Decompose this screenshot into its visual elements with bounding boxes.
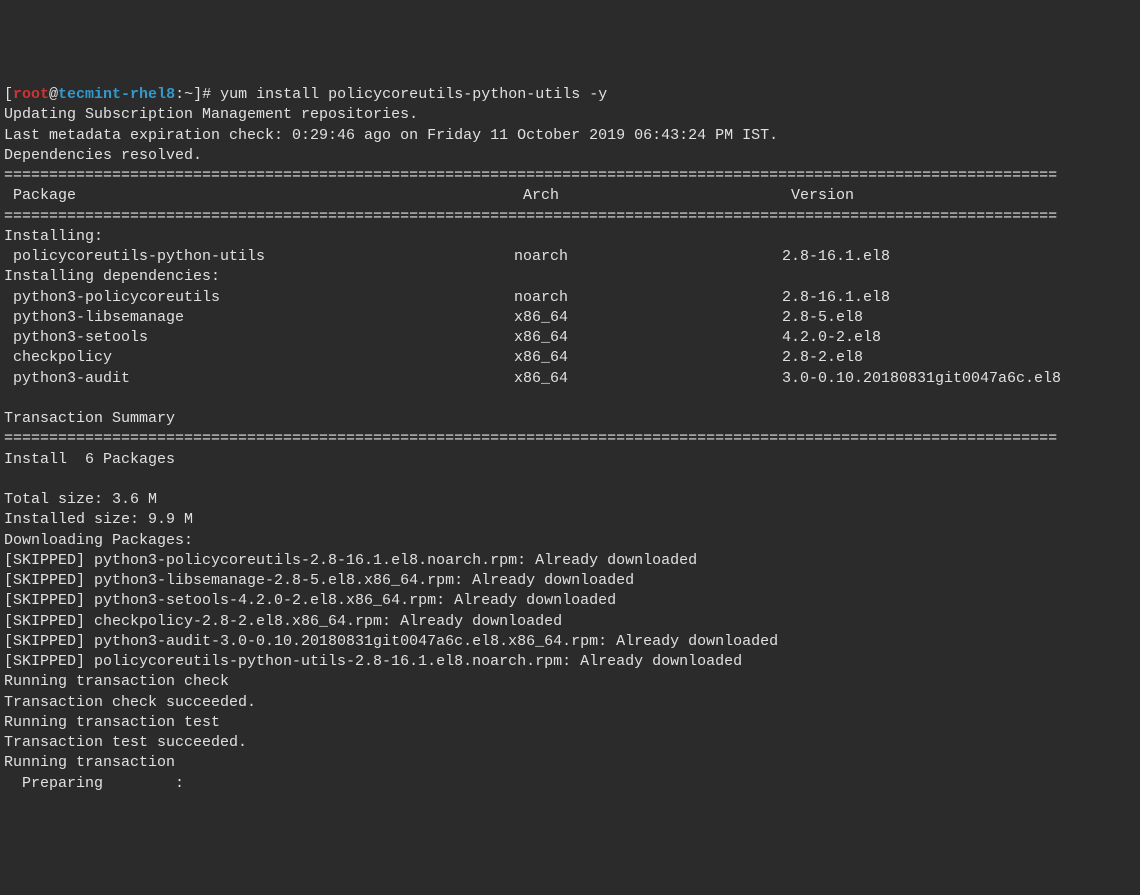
transaction-line: Running transaction <box>4 754 175 771</box>
table-row: python3-auditx86_643.0-0.10.20180831git0… <box>4 370 1061 387</box>
install-count: Install 6 Packages <box>4 451 175 468</box>
table-row: python3-setoolsx86_644.2.0-2.el8 <box>4 329 881 346</box>
table-row: python3-policycoreutilsnoarch2.8-16.1.el… <box>4 289 890 306</box>
installed-size: Installed size: 9.9 M <box>4 511 193 528</box>
pkg-name: checkpolicy <box>4 348 514 368</box>
skipped-line: [SKIPPED] checkpolicy-2.8-2.el8.x86_64.r… <box>4 613 562 630</box>
prompt-bracket-close: ] <box>193 86 202 103</box>
command-text: yum install policycoreutils-python-utils… <box>220 86 607 103</box>
prompt-bracket-open: [ <box>4 86 13 103</box>
transaction-line: Preparing : <box>4 775 184 792</box>
pkg-name: policycoreutils-python-utils <box>4 247 514 267</box>
transaction-line: Transaction test succeeded. <box>4 734 247 751</box>
pkg-version: 3.0-0.10.20180831git0047a6c.el8 <box>782 369 1061 389</box>
transaction-line: Running transaction test <box>4 714 220 731</box>
divider-line: ========================================… <box>4 208 1057 225</box>
prompt-line[interactable]: [root@tecmint-rhel8:~]# yum install poli… <box>4 86 607 103</box>
header-arch: Arch <box>523 186 791 206</box>
divider-line: ========================================… <box>4 167 1057 184</box>
pkg-name: python3-setools <box>4 328 514 348</box>
pkg-name: python3-policycoreutils <box>4 288 514 308</box>
pkg-version: 2.8-2.el8 <box>782 348 863 368</box>
transaction-line: Transaction check succeeded. <box>4 694 256 711</box>
installing-label: Installing: <box>4 228 103 245</box>
pkg-version: 4.2.0-2.el8 <box>782 328 881 348</box>
pkg-arch: x86_64 <box>514 328 782 348</box>
table-header-row: PackageArchVersion <box>4 187 854 204</box>
table-row: python3-libsemanagex86_642.8-5.el8 <box>4 309 863 326</box>
pkg-arch: noarch <box>514 247 782 267</box>
skipped-line: [SKIPPED] python3-libsemanage-2.8-5.el8.… <box>4 572 634 589</box>
prompt-colon: : <box>175 86 184 103</box>
header-package: Package <box>13 186 523 206</box>
skipped-line: [SKIPPED] policycoreutils-python-utils-2… <box>4 653 742 670</box>
output-line: Last metadata expiration check: 0:29:46 … <box>4 127 778 144</box>
output-line: Updating Subscription Management reposit… <box>4 106 418 123</box>
pkg-arch: noarch <box>514 288 782 308</box>
pkg-version: 2.8-16.1.el8 <box>782 247 890 267</box>
terminal-output: [root@tecmint-rhel8:~]# yum install poli… <box>4 85 1136 794</box>
pkg-arch: x86_64 <box>514 348 782 368</box>
skipped-line: [SKIPPED] python3-policycoreutils-2.8-16… <box>4 552 697 569</box>
divider-line: ========================================… <box>4 430 1057 447</box>
transaction-line: Running transaction check <box>4 673 229 690</box>
prompt-path: ~ <box>184 86 193 103</box>
prompt-at: @ <box>49 86 58 103</box>
summary-title: Transaction Summary <box>4 410 175 427</box>
table-row: checkpolicyx86_642.8-2.el8 <box>4 349 863 366</box>
skipped-line: [SKIPPED] python3-audit-3.0-0.10.2018083… <box>4 633 778 650</box>
pkg-arch: x86_64 <box>514 369 782 389</box>
skipped-line: [SKIPPED] python3-setools-4.2.0-2.el8.x8… <box>4 592 616 609</box>
table-row: policycoreutils-python-utilsnoarch2.8-16… <box>4 248 890 265</box>
pkg-name: python3-libsemanage <box>4 308 514 328</box>
pkg-name: python3-audit <box>4 369 514 389</box>
pkg-version: 2.8-16.1.el8 <box>782 288 890 308</box>
pkg-version: 2.8-5.el8 <box>782 308 863 328</box>
downloading-label: Downloading Packages: <box>4 532 193 549</box>
prompt-user: root <box>13 86 49 103</box>
output-line: Dependencies resolved. <box>4 147 202 164</box>
pkg-arch: x86_64 <box>514 308 782 328</box>
installing-deps-label: Installing dependencies: <box>4 268 220 285</box>
total-size: Total size: 3.6 M <box>4 491 157 508</box>
header-version: Version <box>791 186 854 206</box>
prompt-host: tecmint-rhel8 <box>58 86 175 103</box>
prompt-hash: # <box>202 86 211 103</box>
